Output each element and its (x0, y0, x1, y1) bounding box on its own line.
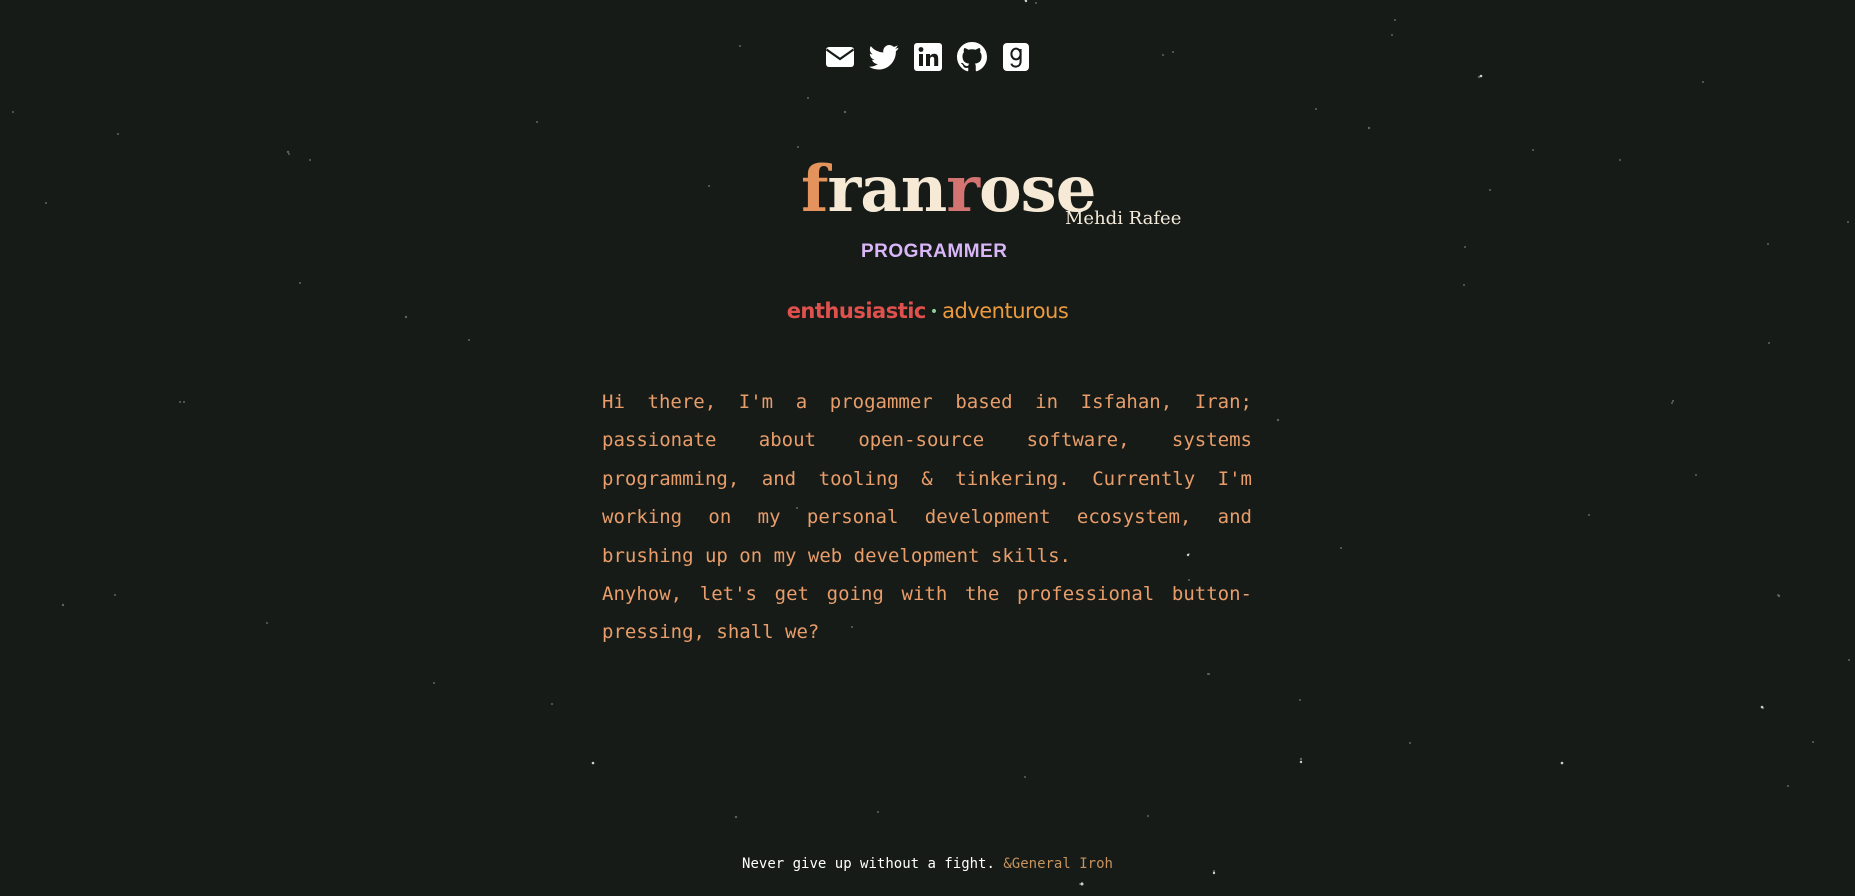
github-icon (956, 42, 987, 72)
traits-line: enthusiastic • adventurous (0, 299, 1855, 323)
twitter-link[interactable] (868, 42, 899, 72)
author-name: Mehdi Rafee (1065, 208, 1182, 229)
linkedin-icon (913, 43, 942, 71)
role-label: PROGRAMMER (861, 241, 1008, 262)
trait-separator: • (929, 304, 939, 320)
site-logo[interactable]: franrose (801, 150, 1096, 230)
bio-paragraph-intro: Hi there, I'm a progammer based in Isfah… (602, 391, 1252, 567)
footer-quote: Never give up without a fight. &General … (0, 856, 1855, 872)
linkedin-link[interactable] (913, 42, 943, 72)
trait-adventurous: adventurous (942, 299, 1069, 323)
bio-section: Hi there, I'm a progammer based in Isfah… (602, 383, 1252, 652)
logo-letter-r: r (946, 152, 980, 227)
logo-letters-ran: ran (827, 152, 948, 227)
goodreads-link[interactable] (1001, 42, 1031, 72)
email-link[interactable] (825, 42, 855, 72)
email-icon (825, 47, 854, 67)
quote-text: Never give up without a fight. (742, 856, 995, 872)
site-header: franrose Mehdi Rafee (0, 150, 1855, 230)
logo-letter-f: f (801, 152, 829, 227)
twitter-icon (868, 45, 898, 70)
social-links (0, 42, 1855, 72)
trait-enthusiastic: enthusiastic (786, 299, 927, 323)
goodreads-icon (1002, 43, 1029, 71)
github-link[interactable] (956, 42, 987, 72)
bio-paragraph-outro: Anyhow, let's get going with the profess… (602, 583, 1252, 644)
quote-author: &General Iroh (1003, 856, 1113, 872)
